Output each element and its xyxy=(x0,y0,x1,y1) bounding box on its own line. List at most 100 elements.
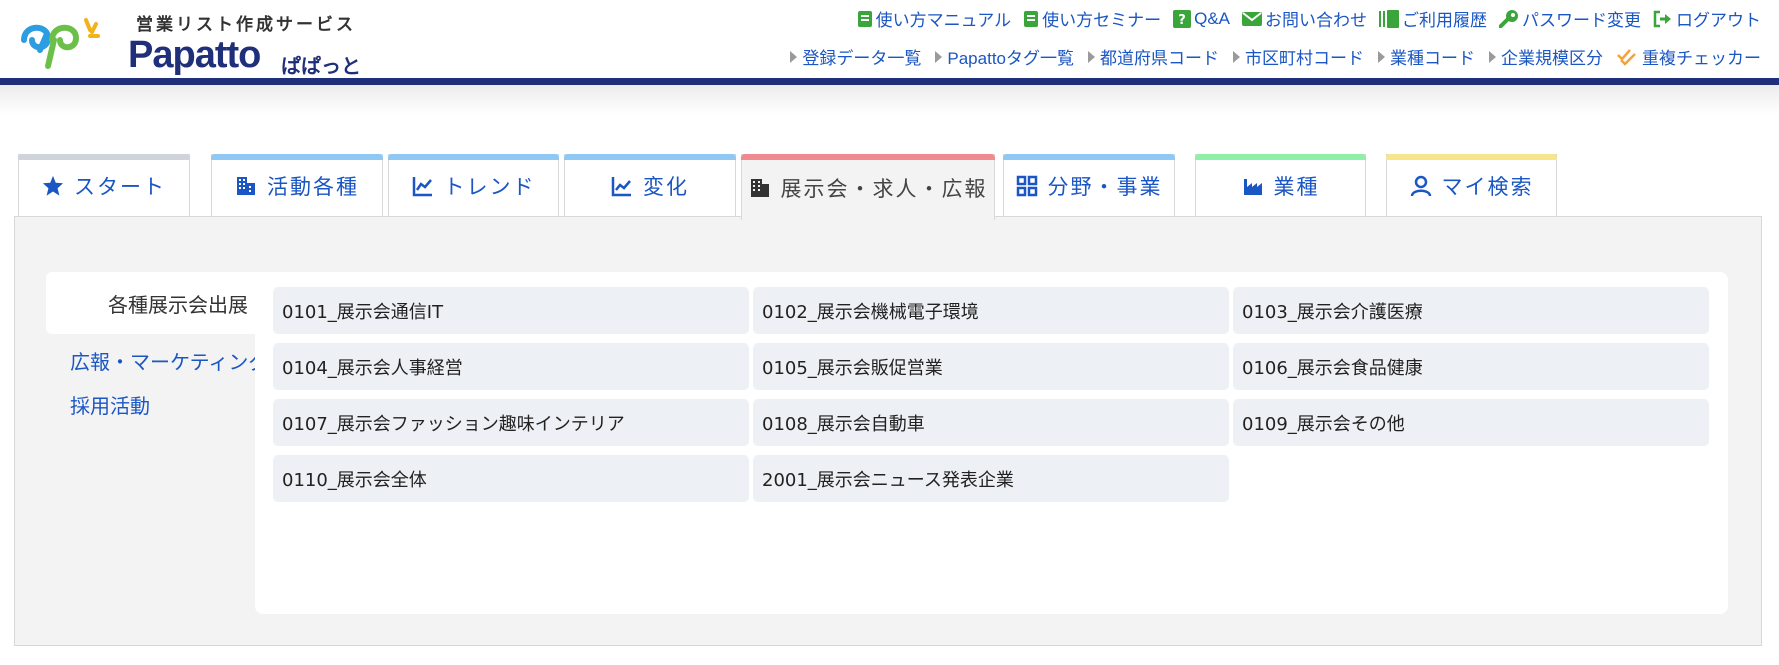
seminar-link[interactable]: 使い方セミナー xyxy=(1023,6,1161,31)
qa-link[interactable]: ? Q&A xyxy=(1173,9,1230,29)
category-tile[interactable]: 0109_展示会その他 xyxy=(1233,399,1709,446)
key-icon xyxy=(1499,9,1519,28)
tab-color-bar xyxy=(1386,154,1557,160)
category-tile[interactable]: 0104_展示会人事経営 xyxy=(273,343,749,390)
category-sidebar: 各種展示会出展 広報・マーケティング 採用活動 xyxy=(46,272,268,426)
category-tile[interactable]: 0102_展示会機械電子環境 xyxy=(753,287,1229,334)
tab-label: トレンド xyxy=(443,174,536,199)
book-icon xyxy=(857,10,873,28)
tab-label: 変化 xyxy=(643,174,689,199)
subnav-label: 登録データ一覧 xyxy=(802,49,922,68)
tab-field-business[interactable]: 分野・事業 xyxy=(1003,154,1175,216)
category-tile[interactable]: 0107_展示会ファッション趣味インテリア xyxy=(273,399,749,446)
logo-tagline: 営業リスト作成サービス xyxy=(136,15,356,35)
tab-label: 業種 xyxy=(1273,174,1320,199)
tab-color-bar xyxy=(1003,154,1175,160)
history-icon xyxy=(1379,9,1399,28)
sidebar-item-label: 各種展示会出展 xyxy=(108,292,248,317)
caret-right-icon xyxy=(790,50,798,63)
user-icon xyxy=(1410,175,1432,197)
tab-label: スタート xyxy=(74,174,166,199)
sidebar-item-exhibitions[interactable]: 各種展示会出展 xyxy=(46,272,256,334)
logo-brand-kana: ぱぱっと xyxy=(281,54,361,78)
logo[interactable]: 営業リスト作成サービス Papatto ぱぱっと xyxy=(18,6,361,78)
svg-text:?: ? xyxy=(1178,13,1186,28)
header: 営業リスト作成サービス Papatto ぱぱっと 使い方マニュアル 使い方セミナ… xyxy=(0,0,1779,78)
contact-link[interactable]: お問い合わせ xyxy=(1242,6,1367,31)
tab-color-bar xyxy=(564,154,736,160)
logout-link[interactable]: ログアウト xyxy=(1653,6,1761,31)
category-tile[interactable]: 2001_展示会ニュース発表企業 xyxy=(753,455,1229,502)
logout-icon xyxy=(1653,10,1673,28)
subnav-prefecture-code[interactable]: 都道府県コード xyxy=(1088,44,1219,69)
category-content: 0101_展示会通信IT 0102_展示会機械電子環境 0103_展示会介護医療… xyxy=(255,272,1728,614)
seminar-link-label: 使い方セミナー xyxy=(1042,11,1162,30)
tab-activities[interactable]: 活動各種 xyxy=(211,154,383,216)
history-link-label: ご利用履歴 xyxy=(1402,11,1487,30)
book-icon xyxy=(1023,10,1039,28)
header-bar xyxy=(0,78,1779,85)
tab-industry[interactable]: 業種 xyxy=(1195,154,1366,216)
password-link[interactable]: パスワード変更 xyxy=(1499,6,1641,31)
industry-icon xyxy=(1242,175,1264,197)
manual-link[interactable]: 使い方マニュアル xyxy=(857,6,1012,31)
papatto-logo-icon xyxy=(21,18,100,69)
category-tile[interactable]: 0105_展示会販促営業 xyxy=(753,343,1229,390)
caret-right-icon xyxy=(1233,50,1240,63)
category-tile[interactable]: 0108_展示会自動車 xyxy=(753,399,1229,446)
manual-link-label: 使い方マニュアル xyxy=(875,11,1012,30)
caret-right-icon xyxy=(1088,50,1095,63)
category-tile[interactable]: 0106_展示会食品健康 xyxy=(1233,343,1709,390)
double-check-icon xyxy=(1617,48,1637,66)
password-link-label: パスワード変更 xyxy=(1522,11,1641,30)
top-links: 使い方マニュアル 使い方セミナー ? Q&A お問い合わせ ご利用履歴 パスワー… xyxy=(857,6,1761,31)
subnav-label: Papattoタグ一覧 xyxy=(947,49,1074,68)
tab-change[interactable]: 変化 xyxy=(564,154,736,216)
category-grid: 0101_展示会通信IT 0102_展示会機械電子環境 0103_展示会介護医療… xyxy=(273,287,1709,502)
caret-right-icon xyxy=(935,50,943,63)
tab-color-bar xyxy=(1195,154,1366,160)
tab-trend[interactable]: トレンド xyxy=(388,154,559,216)
sub-nav: 登録データ一覧 Papattoタグ一覧 都道府県コード 市区町村コード 業種コー… xyxy=(790,44,1761,69)
sidebar-item-pr-marketing[interactable]: 広報・マーケティング xyxy=(46,338,268,382)
tab-color-bar xyxy=(388,154,559,160)
sidebar-item-label: 採用活動 xyxy=(70,393,150,418)
sidebar-item-recruiting[interactable]: 採用活動 xyxy=(46,382,256,426)
contact-link-label: お問い合わせ xyxy=(1265,11,1367,30)
envelope-icon xyxy=(1242,11,1262,27)
header-shadow xyxy=(0,85,1779,115)
category-tile[interactable]: 0103_展示会介護医療 xyxy=(1233,287,1709,334)
caret-right-icon xyxy=(1489,50,1496,63)
tab-color-bar xyxy=(18,154,190,160)
tab-label: マイ検索 xyxy=(1441,174,1534,199)
subnav-industry-code[interactable]: 業種コード xyxy=(1378,44,1475,69)
subnav-duplicate-checker[interactable]: 重複チェッカー xyxy=(1617,44,1761,69)
subnav-label: 市区町村コード xyxy=(1245,49,1364,68)
tab-color-bar xyxy=(211,154,383,160)
trend-icon xyxy=(412,175,434,197)
category-tile[interactable]: 0101_展示会通信IT xyxy=(273,287,749,334)
category-tile[interactable]: 0110_展示会全体 xyxy=(273,455,749,502)
tab-label: 分野・事業 xyxy=(1047,174,1163,199)
subnav-label: 都道府県コード xyxy=(1100,49,1219,68)
tab-start[interactable]: スタート xyxy=(18,154,190,216)
tab-my-search[interactable]: マイ検索 xyxy=(1386,154,1557,216)
subnav-label: 重複チェッカー xyxy=(1642,49,1761,68)
tab-label: 活動各種 xyxy=(267,174,359,199)
subnav-registered-data[interactable]: 登録データ一覧 xyxy=(790,44,921,69)
tab-exhibition-recruit-pr[interactable]: 展示会・求人・広報 xyxy=(741,154,995,220)
subnav-company-size[interactable]: 企業規模区分 xyxy=(1489,44,1603,69)
subnav-label: 企業規模区分 xyxy=(1501,49,1603,68)
caret-right-icon xyxy=(1378,50,1385,63)
tab-label: 展示会・求人・広報 xyxy=(780,176,988,201)
subnav-city-code[interactable]: 市区町村コード xyxy=(1233,44,1364,69)
subnav-tag-list[interactable]: Papattoタグ一覧 xyxy=(935,44,1074,69)
history-link[interactable]: ご利用履歴 xyxy=(1379,6,1487,31)
star-icon xyxy=(42,175,64,197)
tab-color-bar xyxy=(741,154,995,160)
question-icon: ? xyxy=(1173,9,1192,28)
grid-icon xyxy=(1016,175,1038,197)
logout-link-label: ログアウト xyxy=(1676,11,1761,30)
chart-area-icon xyxy=(611,175,633,197)
logo-brand: Papatto xyxy=(128,34,261,76)
